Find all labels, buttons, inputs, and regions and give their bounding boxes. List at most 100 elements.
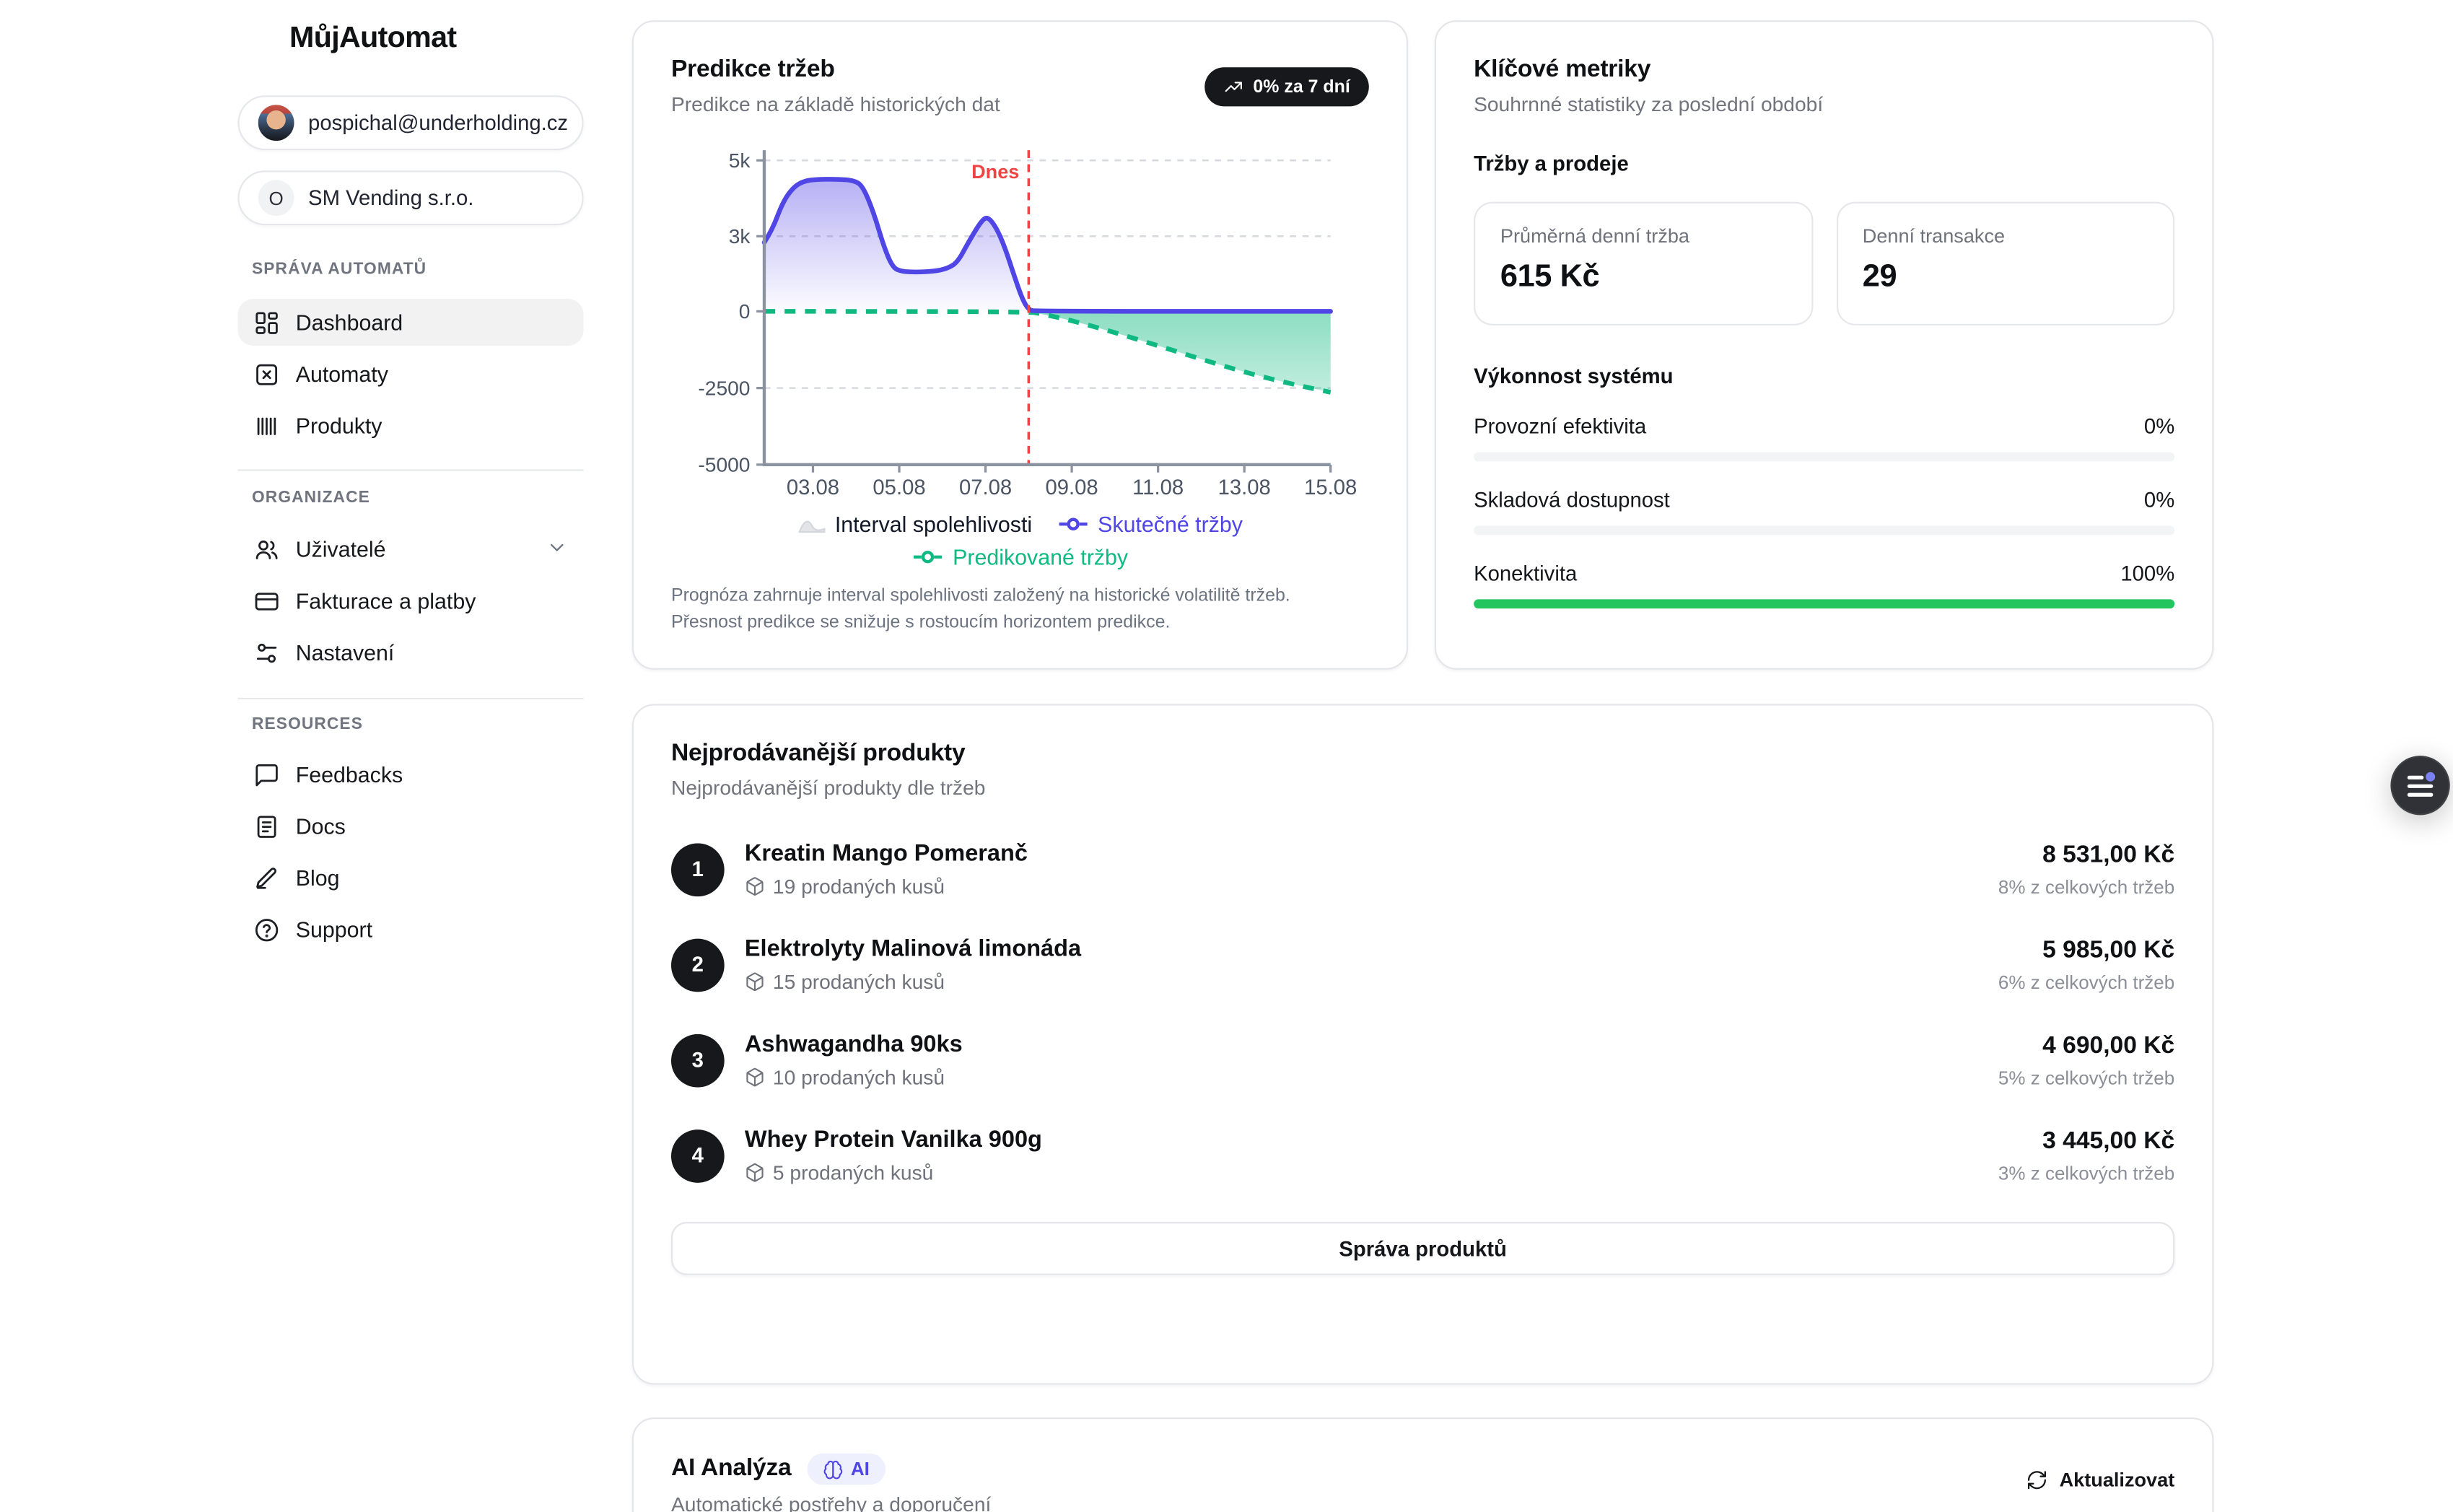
package-icon (745, 1067, 765, 1087)
ai-analysis-card: AI Analýza AI Automatické postřehy a dop… (632, 1417, 2214, 1512)
sidebar-item-support[interactable]: Support (238, 906, 584, 953)
product-sold: 19 prodaných kusů (745, 875, 1028, 899)
svg-text:-2500: -2500 (698, 376, 750, 399)
sidebar-item-label: Docs (296, 813, 346, 839)
trending-up-icon (1223, 77, 1243, 97)
product-sold: 15 prodaných kusů (745, 970, 1081, 994)
product-name: Elektrolyty Malinová limonáda (745, 935, 1081, 962)
stat-label: Průměrná denní tržba (1500, 225, 1786, 247)
sidebar-item-label: Uživatelé (296, 537, 386, 562)
perf-value: 0% (2144, 414, 2174, 438)
product-row[interactable]: 2 Elektrolyty Malinová limonáda 15 proda… (671, 935, 2174, 993)
sidebar-item-label: Nastavení (296, 640, 395, 665)
perf-row-connectivity: Konektivita 100% (1474, 561, 2174, 608)
perf-value: 100% (2120, 561, 2174, 585)
perf-label: Provozní efektivita (1474, 414, 1646, 438)
docs-icon (253, 813, 280, 839)
feedback-widget-button[interactable] (2390, 756, 2449, 815)
refresh-button[interactable]: Aktualizovat (2026, 1469, 2174, 1491)
product-share: 8% z celkových tržeb (1998, 875, 2174, 897)
product-sold: 5 prodaných kusů (745, 1161, 1042, 1185)
product-name: Ashwagandha 90ks (745, 1031, 963, 1058)
perf-value: 0% (2144, 488, 2174, 512)
perf-label: Konektivita (1474, 561, 1577, 585)
confidence-band-icon (797, 515, 826, 533)
perf-label: Skladová dostupnost (1474, 488, 1670, 512)
section-label-organization: ORGANIZACE (252, 488, 370, 507)
credit-card-icon (253, 587, 280, 614)
progress-bar (1474, 599, 2174, 608)
rank-badge: 4 (671, 1129, 725, 1182)
sidebar-item-label: Dashboard (296, 310, 403, 335)
svg-text:13.08: 13.08 (1218, 476, 1271, 499)
sidebar-item-produkty[interactable]: Produkty (238, 402, 584, 449)
package-icon (745, 1163, 765, 1183)
rank-badge: 1 (671, 842, 725, 896)
organization-name: SM Vending s.r.o. (308, 186, 473, 210)
sidebar-item-label: Produkty (296, 413, 382, 438)
product-name: Kreatin Mango Pomeranč (745, 840, 1028, 867)
today-label: Dnes (971, 160, 1019, 183)
metrics-title: Klíčové metriky (1474, 56, 2174, 84)
sidebar-item-dashboard[interactable]: Dashboard (238, 299, 584, 346)
revenue-prediction-chart: Dnes 5k3k0-2500-500003.0805.0807.0809.08… (634, 134, 1409, 502)
metrics-subtitle: Souhrnné statistiky za poslední období (1474, 92, 2174, 116)
package-icon (745, 876, 765, 896)
svg-text:15.08: 15.08 (1304, 476, 1357, 499)
sales-section-heading: Tržby a prodeje (1474, 152, 2174, 175)
progress-bar (1474, 525, 2174, 535)
manage-products-button[interactable]: Správa produktů (671, 1222, 2174, 1275)
trend-badge-label: 0% za 7 dní (1253, 77, 1350, 96)
sidebar-item-uzivatele[interactable]: Uživatelé (238, 525, 584, 572)
product-share: 3% z celkových tržeb (1998, 1162, 2174, 1184)
app-window: MůjAutomat pospichal@underholding.cz O S… (0, 0, 2453, 1512)
organization-logo: O (258, 180, 294, 216)
product-row[interactable]: 3 Ashwagandha 90ks 10 prodaných kusů 4 6… (671, 1031, 2174, 1089)
sidebar-item-fakturace[interactable]: Fakturace a platby (238, 577, 584, 624)
legend-item-actual[interactable]: Skutečné tržby (1057, 512, 1243, 537)
brain-icon (823, 1459, 843, 1479)
product-name: Whey Protein Vanilka 900g (745, 1127, 1042, 1153)
sidebar-item-nastaveni[interactable]: Nastavení (238, 629, 584, 676)
perf-row-stock: Skladová dostupnost 0% (1474, 488, 2174, 535)
product-revenue: 5 985,00 Kč (1998, 936, 2174, 964)
sidebar-item-blog[interactable]: Blog (238, 855, 584, 901)
legend-item-confidence[interactable]: Interval spolehlivosti (797, 512, 1032, 537)
svg-text:05.08: 05.08 (873, 476, 925, 499)
stat-avg-daily-revenue: Průměrná denní tržba 615 Kč (1474, 202, 1812, 325)
dashboard-icon (253, 309, 280, 336)
user-account-chip[interactable]: pospichal@underholding.cz (238, 95, 584, 150)
organization-chip[interactable]: O SM Vending s.r.o. (238, 170, 584, 225)
product-row[interactable]: 4 Whey Protein Vanilka 900g 5 prodaných … (671, 1127, 2174, 1184)
settings-sliders-icon (253, 639, 280, 666)
rank-badge: 3 (671, 1034, 725, 1087)
chart-footnote: Prognóza zahrnuje interval spolehlivosti… (671, 584, 1369, 636)
section-label-machines: SPRÁVA AUTOMATŮ (252, 260, 427, 279)
line-dot-marker-icon (1057, 516, 1088, 532)
svg-text:11.08: 11.08 (1132, 476, 1184, 499)
pen-icon (253, 865, 280, 891)
svg-text:5k: 5k (729, 149, 751, 172)
sidebar-item-automaty[interactable]: Automaty (238, 351, 584, 398)
svg-text:0: 0 (739, 300, 751, 323)
app-title: MůjAutomat (289, 21, 456, 56)
rank-badge: 2 (671, 938, 725, 992)
key-metrics-card: Klíčové metriky Souhrnné statistiky za p… (1435, 20, 2214, 670)
perf-row-efficiency: Provozní efektivita 0% (1474, 414, 2174, 461)
actual-revenue-area (764, 179, 1331, 311)
trend-badge: 0% za 7 dní (1204, 67, 1369, 106)
legend-item-predicted[interactable]: Predikované tržby (912, 544, 1128, 569)
ai-subtitle: Automatické postřehy a doporučení (671, 1493, 2174, 1512)
message-square-icon (253, 761, 280, 788)
chevron-down-icon (546, 536, 568, 562)
user-email: pospichal@underholding.cz (308, 111, 568, 135)
product-sold: 10 prodaných kusů (745, 1065, 963, 1089)
product-row[interactable]: 1 Kreatin Mango Pomeranč 19 prodaných ku… (671, 840, 2174, 898)
svg-text:03.08: 03.08 (787, 476, 839, 499)
chart-legend: Interval spolehlivosti Skutečné tržby Pr… (634, 512, 1407, 569)
sidebar-item-docs[interactable]: Docs (238, 803, 584, 849)
product-list: 1 Kreatin Mango Pomeranč 19 prodaných ku… (671, 840, 2174, 1184)
rocket-icon (238, 19, 277, 58)
progress-fill (1474, 599, 2174, 608)
sidebar-item-feedbacks[interactable]: Feedbacks (238, 751, 584, 798)
